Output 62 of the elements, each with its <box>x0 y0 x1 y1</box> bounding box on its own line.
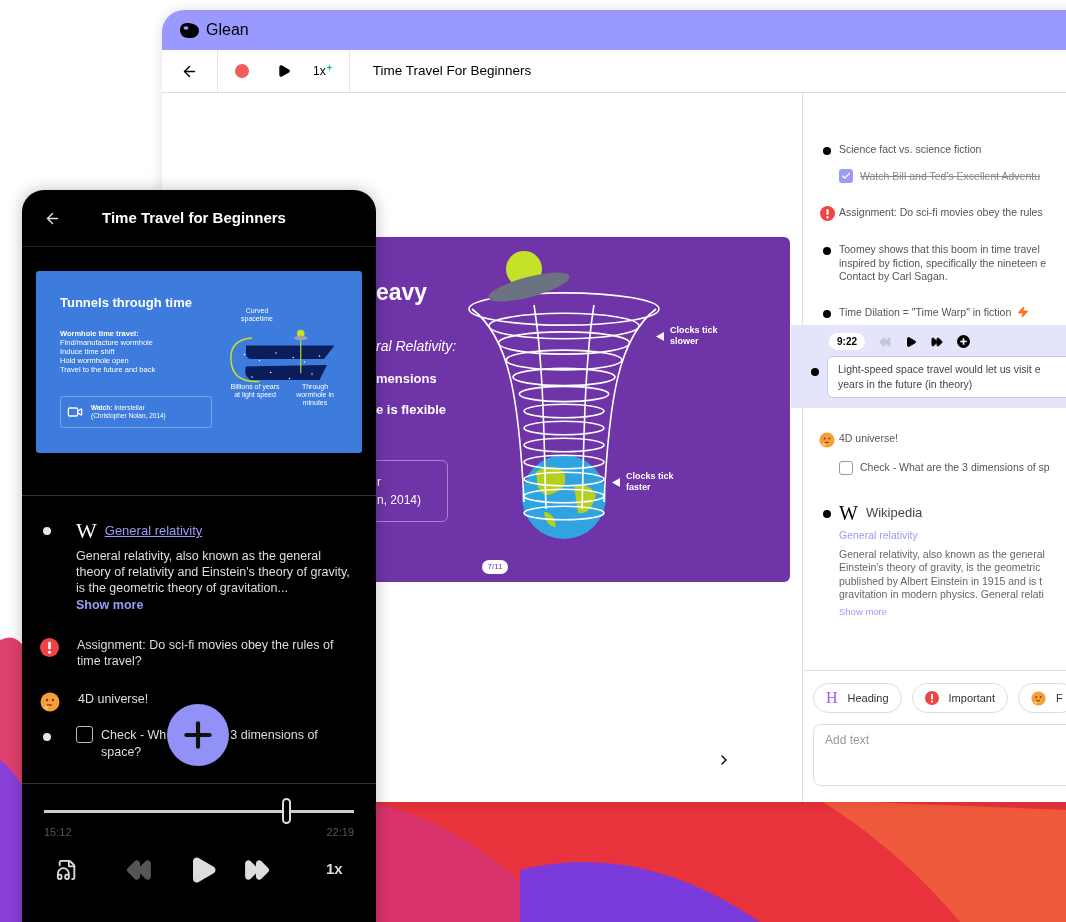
note-text-field[interactable]: Light-speed space travel would let us visit e years in the future (in theory) <box>827 356 1066 399</box>
total-time: 22:19 <box>326 825 354 840</box>
fast-forward-icon[interactable] <box>931 335 943 348</box>
thinking-face-icon <box>40 691 60 712</box>
slide-text: e is flexible <box>376 401 448 419</box>
page-indicator: 7/11 <box>481 560 509 574</box>
article-link[interactable]: General relativity <box>104 521 203 541</box>
thinking-face-icon <box>819 432 835 449</box>
play-icon[interactable] <box>905 335 917 348</box>
note-text: Toomey shows that this boom in time travel inspired by fiction, specifically the nineteen e Contact by Carl Sagan. <box>839 243 1047 284</box>
note-text: Assignment: Do sci-fi movies obey the rules of time travel? <box>77 636 335 669</box>
recording-title: Time Travel For Beginners <box>372 61 532 80</box>
watch-text: n, 2014) <box>377 491 423 509</box>
task-text: Watch Bill and Ted's Excellent Adventu <box>860 168 1041 184</box>
seek-track[interactable] <box>44 798 354 824</box>
checkbox[interactable] <box>76 725 93 743</box>
diagram-label: Clocks tick slower <box>670 325 719 347</box>
note-text: Science fact vs. science fiction <box>839 143 982 157</box>
slide-text: mensions <box>376 369 438 388</box>
play-button[interactable] <box>277 64 291 78</box>
checkbox[interactable] <box>839 169 853 184</box>
slide-text: ral Relativity: <box>376 336 458 356</box>
logo-icon <box>178 21 200 39</box>
note-text: 4D universe! <box>78 690 150 707</box>
slide-heading: eavy <box>376 278 429 307</box>
task-text: 3 dimensions of <box>230 726 318 743</box>
record-button[interactable] <box>235 64 249 78</box>
pointer-icon <box>656 331 664 341</box>
task-text: Check - Wh <box>101 726 167 743</box>
sparkle-icon <box>325 63 333 71</box>
checkbox[interactable] <box>839 461 853 476</box>
diagram-label: Clocks tick faster <box>626 471 675 493</box>
note-text: Time Dilation = "Time Warp" in fiction <box>839 305 1012 320</box>
article-summary: General relativity, also known as the general theory of relativity and Einstein's theory of gravity, is the geometric theory of gravitation... <box>76 548 351 596</box>
watch-text: r <box>377 473 382 491</box>
speed-button[interactable]: 1x <box>326 858 343 881</box>
task-text: Check - What are the 3 dimensions of sp <box>860 460 1050 476</box>
source-title: Wikipedia <box>865 504 923 523</box>
timestamp-pill[interactable]: 9:22 <box>829 333 865 351</box>
note-text: 4D universe! <box>839 432 898 446</box>
wikipedia-logo: W <box>839 502 858 524</box>
add-circle-icon[interactable] <box>957 335 970 349</box>
thinking-face-icon <box>1031 690 1046 706</box>
task-text: space? <box>101 743 143 760</box>
add-text-field[interactable]: Add text <box>813 724 1066 786</box>
screen-title: Time Travel for Beginners <box>102 207 286 228</box>
elapsed-time: 15:12 <box>44 825 72 840</box>
exclamation-icon <box>924 691 939 705</box>
speed-button[interactable]: 1x <box>313 62 326 80</box>
note-text: Assignment: Do sci-fi movies obey the rules <box>839 206 1043 220</box>
exclamation-icon <box>819 206 835 222</box>
audio-file-icon[interactable] <box>56 858 78 881</box>
slide-heading: Tunnels through time <box>60 294 192 312</box>
exclamation-icon <box>40 637 59 657</box>
heading-glyph: H <box>826 690 838 706</box>
pointer-icon <box>612 477 620 487</box>
seek-thumb[interactable] <box>281 798 291 824</box>
wikipedia-logo: W <box>76 520 97 542</box>
check-icon <box>841 171 851 182</box>
app-name: Glean <box>206 20 249 40</box>
article-summary: General relativity, also known as the general Einstein's theory of gravity, is the geometric published by Albert Einstein in 1915 and is t gravitation in modern physics. General relati <box>839 547 1045 602</box>
show-more-link[interactable]: Show more <box>76 596 358 615</box>
